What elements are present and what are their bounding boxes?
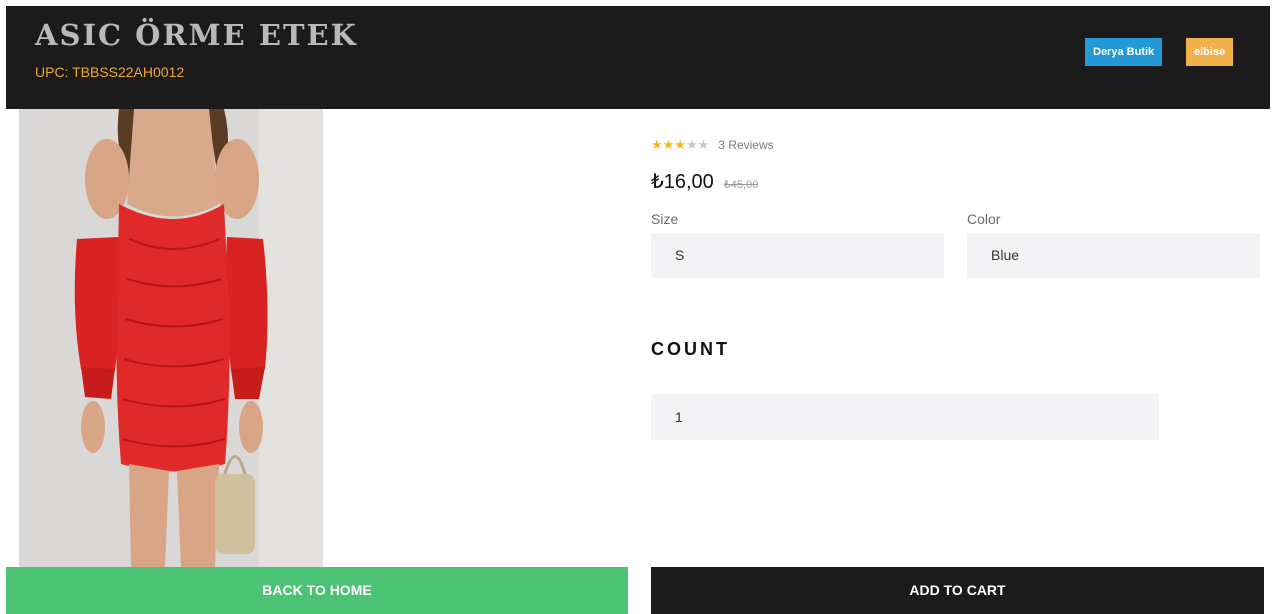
shop-badge[interactable]: Derya Butik — [1085, 38, 1163, 66]
size-label: Size — [651, 211, 679, 227]
star-filled-icon: ★ — [651, 137, 663, 153]
star-empty-icon: ★ — [685, 137, 698, 153]
size-select[interactable]: S — [651, 233, 944, 278]
red-dress-photo — [19, 109, 323, 567]
count-title: COUNT — [651, 339, 730, 359]
color-select[interactable]: Blue — [967, 233, 1260, 278]
product-image — [19, 109, 323, 567]
star-filled-icon: ★ — [662, 137, 675, 153]
reviews-link[interactable]: 3 Reviews — [718, 138, 773, 152]
add-to-cart-button[interactable]: ADD TO CART — [651, 567, 1264, 614]
current-price: ₺16,00 — [651, 171, 714, 193]
color-label: Color — [967, 211, 1001, 227]
count-input[interactable] — [651, 394, 1159, 440]
category-badge[interactable]: elbise — [1186, 38, 1234, 66]
product-rating: ★ ★ ★ ★ ★ 3 Reviews — [651, 135, 774, 155]
star-empty-icon: ★ — [697, 137, 710, 153]
product-header: ASIC ÖRME ETEK UPC: TBBSS22AH0012 Derya … — [6, 6, 1270, 109]
star-filled-icon: ★ — [674, 137, 686, 153]
product-title: ASIC ÖRME ETEK — [35, 18, 358, 52]
product-upc: UPC: TBBSS22AH0012 — [35, 64, 185, 80]
old-price: ₺45,00 — [723, 179, 759, 191]
price-row: ₺16,00 ₺45,00 — [651, 169, 758, 194]
back-to-home-button[interactable]: BACK TO HOME — [6, 567, 628, 614]
